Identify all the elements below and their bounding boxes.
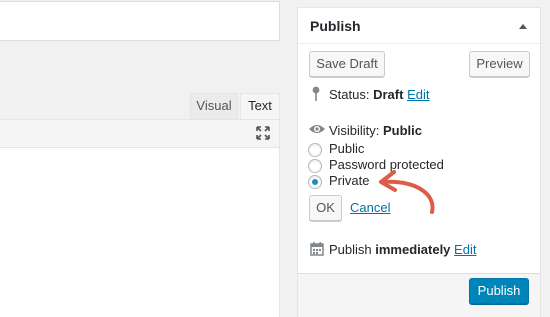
visibility-option-public-label[interactable]: Public [329, 141, 364, 156]
pin-icon [312, 86, 320, 101]
status-value: Draft [373, 87, 404, 102]
status-edit-link[interactable]: Edit [407, 87, 429, 102]
visibility-value: Public [382, 123, 422, 138]
post-title-input[interactable] [0, 1, 280, 41]
publish-timing-label: Publish [329, 242, 372, 257]
visibility-radio-private[interactable] [308, 175, 322, 189]
preview-button[interactable]: Preview [469, 51, 530, 77]
tab-text[interactable]: Text [240, 93, 280, 119]
publish-timing-edit-link[interactable]: Edit [454, 242, 476, 257]
visibility-label: Visibility: [329, 123, 380, 138]
tab-visual[interactable]: Visual [190, 93, 238, 119]
publish-box-header: Publish [298, 8, 540, 44]
status-label: Status: [329, 87, 370, 102]
publish-timing-row: Publish immediately Edit [329, 242, 476, 257]
visibility-row: Visibility: Public [329, 123, 422, 138]
expand-icon[interactable] [256, 126, 270, 140]
editor-toolbar [0, 119, 280, 148]
visibility-option-private-label[interactable]: Private [329, 173, 369, 188]
ok-button[interactable]: OK [309, 195, 342, 221]
cancel-link[interactable]: Cancel [350, 200, 390, 215]
save-draft-button[interactable]: Save Draft [309, 51, 385, 77]
calendar-icon [310, 242, 324, 256]
publish-box: Publish Save Draft Preview Status: Draft… [297, 7, 541, 317]
visibility-radio-password-protected[interactable] [308, 159, 322, 173]
collapse-arrow-icon[interactable] [518, 21, 528, 31]
eye-icon [309, 125, 325, 133]
visibility-radio-public[interactable] [308, 143, 322, 157]
publish-button[interactable]: Publish [469, 278, 529, 304]
editor-content-area[interactable] [0, 147, 280, 317]
status-row: Status: Draft Edit [329, 87, 429, 102]
publish-timing-value: immediately [375, 242, 451, 257]
publish-box-title: Publish [310, 18, 361, 34]
